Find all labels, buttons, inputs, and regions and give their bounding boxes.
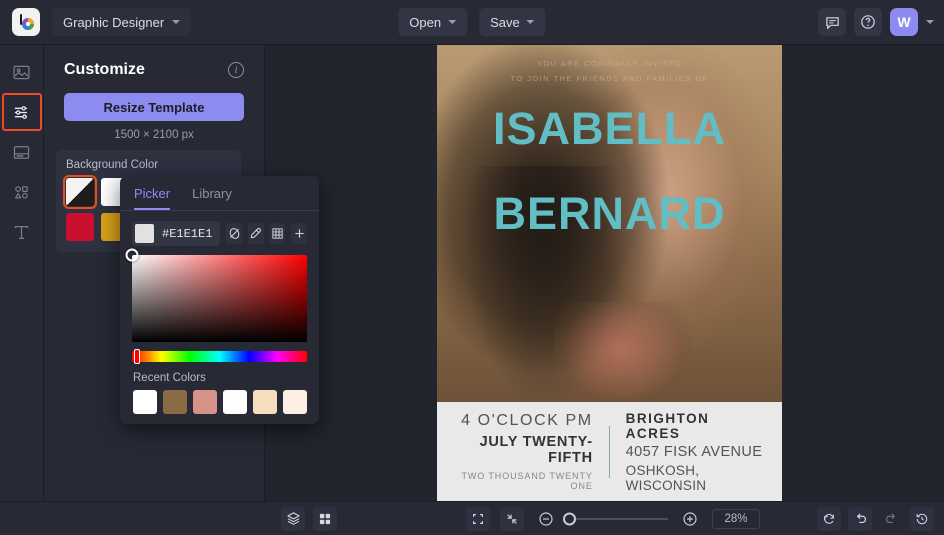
zoom-slider-handle[interactable]	[563, 512, 576, 525]
left-tool-rail	[0, 45, 44, 501]
hue-slider-handle[interactable]	[134, 349, 140, 364]
resize-template-label: Resize Template	[103, 99, 205, 115]
tab-picker[interactable]: Picker	[134, 186, 171, 210]
venue-name: BRIGHTON ACRES	[625, 410, 710, 441]
save-button[interactable]: Save	[479, 8, 546, 36]
canvas-dimensions: 1500 × 2100 px	[114, 129, 194, 141]
open-button[interactable]: Open	[398, 8, 468, 36]
resize-template-button[interactable]: Resize Template	[64, 93, 244, 121]
chat-bubble-icon[interactable]	[818, 8, 846, 36]
recent-colors-row	[133, 390, 319, 414]
sv-cursor-handle[interactable]	[125, 248, 139, 262]
redo-icon[interactable]	[879, 507, 903, 531]
undo-icon[interactable]	[848, 506, 872, 531]
recent-color-5[interactable]	[253, 390, 277, 414]
venue-city: OSHKOSH, WISCONSIN	[625, 462, 707, 493]
question-circle-icon[interactable]	[854, 8, 882, 36]
bottom-left-tools	[281, 506, 337, 531]
recent-color-3[interactable]	[193, 390, 217, 414]
collapse-icon[interactable]	[500, 506, 524, 531]
chevron-down-icon	[526, 20, 535, 24]
top-bar: Graphic Designer Open Save W	[0, 0, 944, 45]
zoom-in-icon[interactable]	[678, 507, 702, 531]
hex-input[interactable]: #E1E1E1	[132, 221, 221, 246]
recent-color-2[interactable]	[163, 390, 187, 414]
zoom-out-icon[interactable]	[534, 507, 558, 531]
event-date: JULY TWENTY-FIFTH	[479, 434, 593, 466]
app-switcher[interactable]: Graphic Designer	[52, 8, 192, 36]
groom-last-name[interactable]: BERNARD	[437, 188, 782, 240]
sidebar-item-text[interactable]	[2, 213, 42, 251]
top-bar-right-actions: W	[818, 8, 934, 36]
swatch-transparent-diagonal[interactable]	[63, 175, 97, 209]
befunky-graphic-designer: Graphic Designer Open Save W Customize i…	[0, 0, 944, 535]
bride-first-name[interactable]: ISABELLA	[437, 103, 782, 155]
add-color-icon[interactable]	[291, 223, 307, 244]
page-title: Customize	[64, 61, 145, 78]
invite-line-1: YOU ARE CORDIALLY INVITED	[536, 59, 683, 68]
avatar-initial: W	[897, 14, 911, 30]
background-color-label: Background Color	[66, 159, 159, 171]
design-canvas[interactable]: YOU ARE CORDIALLY INVITED TO JOIN THE FR…	[437, 45, 782, 501]
history-controls	[817, 506, 934, 531]
avatar[interactable]: W	[890, 8, 918, 36]
recent-color-1[interactable]	[133, 390, 157, 414]
account-chevron-down-icon[interactable]	[926, 20, 934, 24]
event-year: TWO THOUSAND TWENTY ONE	[461, 471, 593, 491]
save-label: Save	[490, 14, 520, 30]
chevron-down-icon	[448, 20, 457, 24]
hue-slider[interactable]	[132, 349, 307, 364]
sidebar-item-customize[interactable]	[1, 93, 42, 131]
open-label: Open	[409, 14, 442, 30]
sidebar-item-graphics[interactable]	[2, 173, 42, 211]
venue-street: 4057 FISK AVENUE	[625, 443, 763, 460]
info-icon[interactable]: i	[228, 62, 244, 78]
picker-tabs: Picker Library	[120, 176, 319, 211]
reset-icon[interactable]	[817, 506, 841, 531]
top-bar-center-actions: Open Save	[398, 8, 546, 36]
photo-bouquet	[554, 302, 693, 410]
sidebar-item-image-manager[interactable]	[2, 53, 42, 91]
hex-input-row: #E1E1E1	[120, 211, 319, 246]
saturation-value-area[interactable]	[125, 248, 307, 342]
color-picker-popup[interactable]: Picker Library #E1E1E1 Recent Colors	[120, 176, 319, 424]
event-time: 4 O'CLOCK PM	[461, 412, 593, 429]
history-icon[interactable]	[910, 506, 934, 531]
grid-view-icon[interactable]	[313, 506, 337, 531]
no-color-icon[interactable]	[226, 223, 243, 244]
recent-color-6[interactable]	[283, 390, 307, 414]
palette-grid-icon[interactable]	[269, 223, 286, 244]
eyedropper-icon[interactable]	[248, 223, 264, 244]
invite-line-2: TO JOIN THE FRIENDS AND FAMILIES OF	[510, 74, 709, 83]
app-switcher-label: Graphic Designer	[63, 14, 165, 30]
current-color-swatch	[135, 224, 154, 243]
zoom-slider[interactable]	[563, 512, 668, 525]
chevron-down-icon	[172, 20, 181, 24]
hex-value: #E1E1E1	[162, 226, 213, 241]
event-time-block: 4 O'CLOCK PM JULY TWENTY-FIFTH TWO THOUS…	[437, 412, 609, 491]
canvas-workspace[interactable]: YOU ARE CORDIALLY INVITED TO JOIN THE FR…	[265, 45, 944, 501]
invitation-details-card[interactable]: 4 O'CLOCK PM JULY TWENTY-FIFTH TWO THOUS…	[437, 402, 782, 501]
recent-color-4[interactable]	[223, 390, 247, 414]
tab-library[interactable]: Library	[192, 186, 232, 210]
zoom-controls: 28%	[466, 506, 760, 531]
layers-icon[interactable]	[281, 506, 305, 531]
panel-header: Customize i	[44, 45, 264, 79]
bottom-bar: 28%	[0, 501, 944, 535]
sidebar-item-templates[interactable]	[2, 133, 42, 171]
invite-intro-text[interactable]: YOU ARE CORDIALLY INVITED TO JOIN THE FR…	[437, 56, 782, 86]
zoom-level[interactable]: 28%	[712, 508, 760, 529]
event-venue-block: BRIGHTON ACRES 4057 FISK AVENUE OSHKOSH,…	[610, 411, 782, 493]
befunky-logo-icon[interactable]	[12, 8, 40, 36]
recent-colors-label: Recent Colors	[133, 372, 206, 384]
swatch-crimson[interactable]	[66, 213, 94, 241]
fit-screen-icon[interactable]	[466, 506, 490, 531]
